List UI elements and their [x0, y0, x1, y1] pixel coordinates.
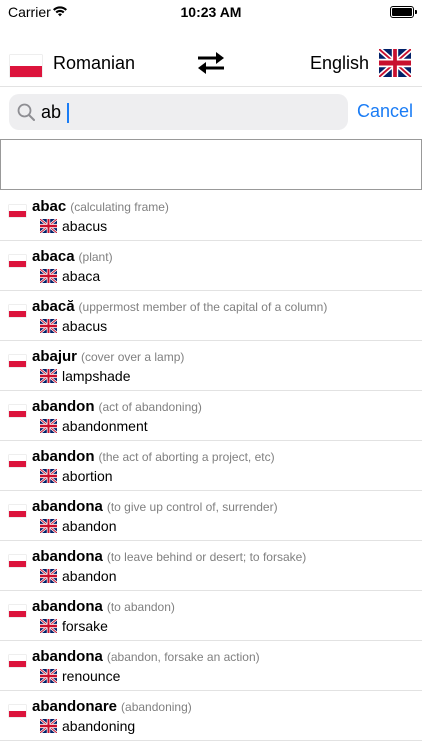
result-row[interactable]: abandon (act of abandoning) abandonment	[0, 391, 422, 441]
translation-text: abandonment	[62, 418, 148, 434]
translation-text: lampshade	[62, 368, 131, 384]
word-note: (abandon, forsake an action)	[106, 650, 260, 664]
search-icon	[17, 103, 35, 121]
uk-flag-icon	[39, 367, 58, 385]
target-language-button[interactable]: English	[310, 53, 369, 74]
uk-flag-icon	[39, 267, 58, 285]
empty-panel	[0, 139, 422, 190]
result-row[interactable]: abandona (abandon, forsake an action) reno…	[0, 641, 422, 691]
language-bar: Romanian English	[0, 40, 422, 86]
word-text: abandona	[32, 498, 103, 515]
status-bar: Carrier 10:23 AM	[0, 0, 422, 24]
result-row[interactable]: abandonare (abandoning) abandoning	[0, 691, 422, 741]
uk-flag-icon[interactable]	[377, 46, 413, 80]
word-text: abacă	[32, 298, 75, 315]
romanian-flag-icon	[9, 405, 26, 417]
result-row[interactable]: abaca (plant) abaca	[0, 241, 422, 291]
romanian-flag-icon	[9, 555, 26, 567]
result-row[interactable]: abandon (the act of aborting a project, e…	[0, 441, 422, 491]
word-note: (cover over a lamp)	[81, 350, 185, 364]
source-word: abajur (cover over a lamp)	[32, 348, 184, 365]
word-text: abandon	[32, 448, 95, 465]
romanian-flag-icon	[9, 255, 26, 267]
word-text: abajur	[32, 348, 78, 365]
translation-text: renounce	[62, 668, 121, 684]
romanian-flag-icon	[9, 655, 26, 667]
uk-flag-icon	[39, 617, 58, 635]
source-word: abandon (act of abandoning)	[32, 398, 202, 415]
word-note: (calculating frame)	[70, 200, 169, 214]
translation-text: abaca	[62, 268, 101, 284]
word-note: (plant)	[78, 250, 113, 264]
word-note: (uppermost member of the capital of a co…	[78, 300, 328, 314]
romanian-flag-icon	[9, 355, 26, 367]
search-bar: Cancel	[0, 86, 422, 137]
search-field[interactable]	[9, 94, 348, 130]
word-text: abandona	[32, 598, 103, 615]
uk-flag-icon	[39, 317, 58, 335]
romanian-flag-icon	[9, 205, 26, 217]
result-row[interactable]: abandona (to abandon) forsake	[0, 591, 422, 641]
romanian-flag-icon	[9, 605, 26, 617]
text-cursor	[67, 103, 69, 123]
source-word: abandona (abandon, forsake an action)	[32, 648, 260, 665]
source-word: abandona (to abandon)	[32, 598, 175, 615]
swap-languages-icon[interactable]	[194, 50, 228, 76]
search-input[interactable]	[41, 98, 341, 126]
translation-text: abacus	[62, 318, 108, 334]
romanian-flag-icon	[9, 455, 26, 467]
word-note: (to leave behind or desert; to forsake)	[106, 550, 307, 564]
romanian-flag-icon	[9, 305, 26, 317]
result-row[interactable]: abandona (to leave behind or desert; to f…	[0, 541, 422, 591]
word-text: abandona	[32, 548, 103, 565]
word-note: (act of abandoning)	[98, 400, 202, 414]
word-text: abac	[32, 198, 67, 215]
word-text: abandona	[32, 648, 103, 665]
source-word: abac (calculating frame)	[32, 198, 169, 215]
uk-flag-icon	[39, 717, 58, 735]
translation-text: abandon	[62, 568, 117, 584]
word-text: abandonare	[32, 698, 118, 715]
source-word: abaca (plant)	[32, 248, 113, 265]
word-note: (to abandon)	[106, 600, 175, 614]
word-text: abaca	[32, 248, 75, 265]
source-word: abandonare (abandoning)	[32, 698, 192, 715]
clock-time: 10:23 AM	[180, 4, 242, 20]
translation-text: abandon	[62, 518, 117, 534]
battery-icon	[390, 6, 417, 18]
word-text: abandon	[32, 398, 95, 415]
uk-flag-icon	[39, 567, 58, 585]
uk-flag-icon	[39, 517, 58, 535]
uk-flag-icon	[39, 667, 58, 685]
romanian-flag-icon[interactable]	[10, 55, 42, 77]
source-word: abandona (to give up control of, surrende…	[32, 498, 278, 515]
source-word: abacă (uppermost member of the capital of…	[32, 298, 327, 315]
translation-text: abandoning	[62, 718, 136, 734]
word-note: (abandoning)	[121, 700, 192, 714]
uk-flag-icon	[39, 467, 58, 485]
result-row[interactable]: abandona (to give up control of, surrende…	[0, 491, 422, 541]
source-language-button[interactable]: Romanian	[53, 53, 135, 74]
translation-text: forsake	[62, 618, 108, 634]
result-row[interactable]: abacă (uppermost member of the capital of…	[0, 291, 422, 341]
word-note: (the act of aborting a project, etc)	[98, 450, 275, 464]
translation-text: abacus	[62, 218, 108, 234]
results-list[interactable]: abac (calculating frame) abacus abaca (plant…	[0, 191, 422, 750]
result-row[interactable]: abajur (cover over a lamp) lampshade	[0, 341, 422, 391]
romanian-flag-icon	[9, 505, 26, 517]
result-row[interactable]: abac (calculating frame) abacus	[0, 191, 422, 241]
uk-flag-icon	[39, 217, 58, 235]
uk-flag-icon	[39, 417, 58, 435]
translation-text: abortion	[62, 468, 113, 484]
cancel-button[interactable]: Cancel	[357, 101, 413, 122]
source-word: abandon (the act of aborting a project, e…	[32, 448, 275, 465]
word-note: (to give up control of, surrender)	[106, 500, 278, 514]
romanian-flag-icon	[9, 705, 26, 717]
source-word: abandona (to leave behind or desert; to f…	[32, 548, 306, 565]
